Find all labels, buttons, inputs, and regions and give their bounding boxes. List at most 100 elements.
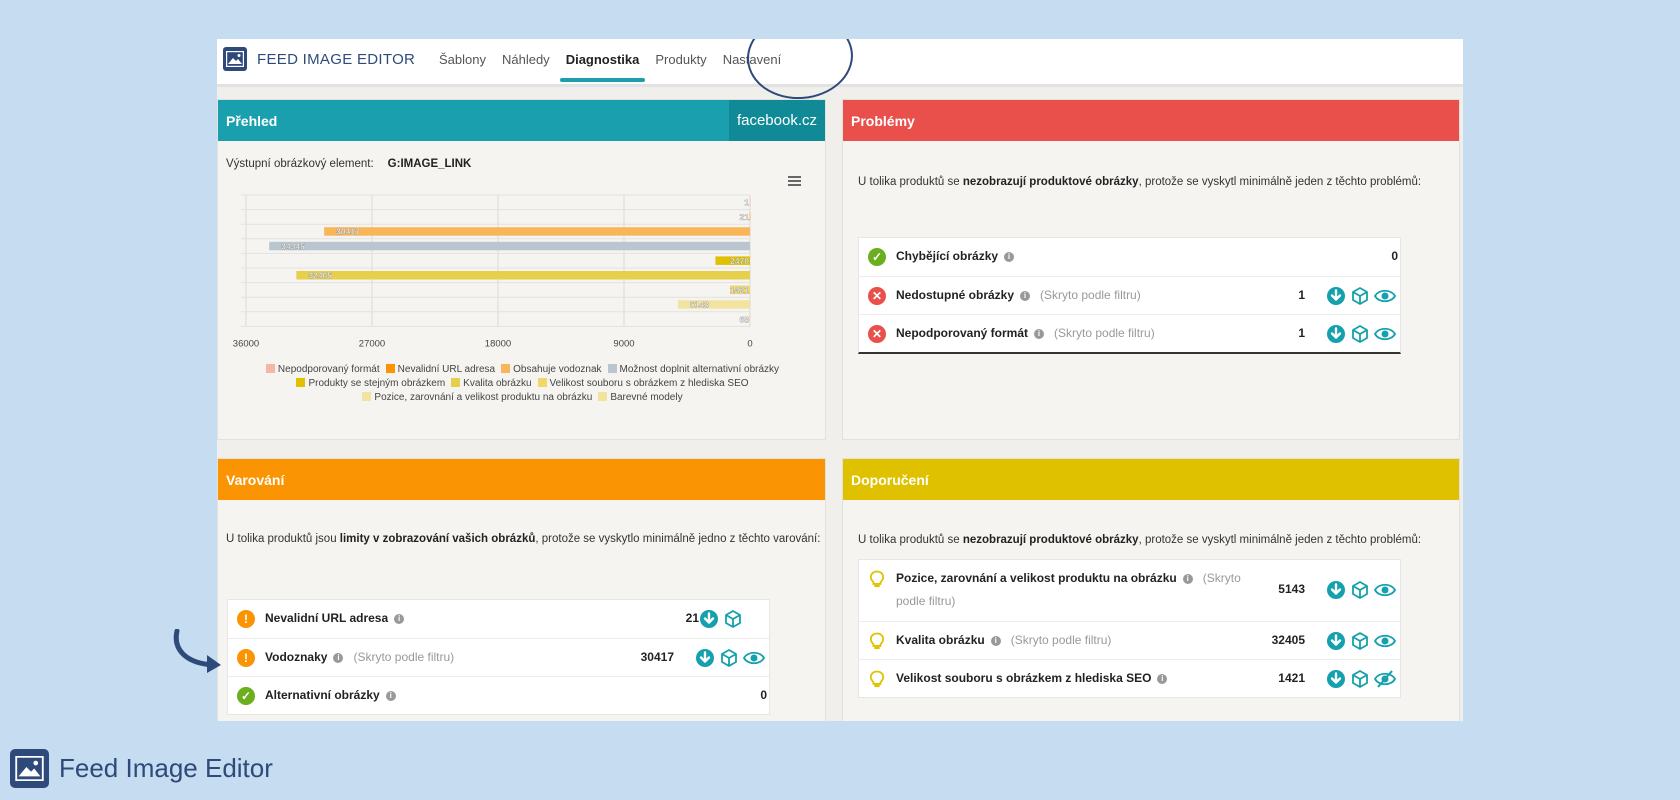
item-count: 1421 xyxy=(1278,671,1305,685)
overview-header: Přehled facebook.cz xyxy=(218,100,825,141)
legend-swatch xyxy=(537,378,547,387)
item-count: 21 xyxy=(685,611,699,625)
info-icon[interactable]: i xyxy=(385,691,396,701)
product-box-icon[interactable] xyxy=(1350,631,1374,654)
info-icon[interactable]: i xyxy=(1004,252,1015,262)
source-selector[interactable]: facebook.cz xyxy=(728,100,825,141)
legend-swatch xyxy=(501,364,511,373)
download-icon[interactable] xyxy=(695,648,719,671)
list-item: Kvalita obrázku i (Skryto podle filtru) 324… xyxy=(859,621,1400,659)
item-actions xyxy=(1326,286,1400,309)
product-box-icon[interactable] xyxy=(1350,669,1374,692)
item-count: 5143 xyxy=(1278,582,1305,596)
legend-label: Nevalidní URL adresa xyxy=(397,364,496,375)
recommendations-title: Doporučení xyxy=(851,472,929,488)
legend-label: Kvalita obrázku xyxy=(463,378,532,389)
download-icon[interactable] xyxy=(1326,286,1350,309)
product-box-icon[interactable] xyxy=(719,648,743,671)
list-item: Velikost souboru s obrázkem z hlediska S… xyxy=(859,659,1400,697)
legend-item[interactable]: Kvalita obrázku xyxy=(451,377,532,391)
product-box-icon[interactable] xyxy=(1350,286,1374,309)
eye-icon[interactable] xyxy=(1373,580,1400,603)
legend-item[interactable]: Nevalidní URL adresa xyxy=(385,363,496,377)
legend-item[interactable]: Pozice, zarovnání a velikost produktu na… xyxy=(362,391,592,405)
bar-value-label: 21 xyxy=(740,212,750,222)
warnings-list: ! Nevalidní URL adresa i 21! Vodoznaky i (Skry… xyxy=(227,599,770,715)
download-icon[interactable] xyxy=(699,609,723,632)
tab-diagnostika[interactable]: Diagnostika xyxy=(558,39,648,84)
tab-produkty[interactable]: Produkty xyxy=(647,39,714,84)
list-item: ✓ Chybějící obrázky i 0 xyxy=(859,238,1400,276)
legend-label: Nepodporovaný formát xyxy=(277,364,380,375)
item-actions xyxy=(1326,324,1400,347)
tab-nahledy[interactable]: Náhledy xyxy=(494,39,558,84)
info-icon[interactable]: i xyxy=(333,653,344,663)
footer-brand: Feed Image Editor xyxy=(10,749,273,788)
item-actions xyxy=(699,609,747,632)
legend-item[interactable]: Produkty se stejným obrázkem xyxy=(296,377,445,391)
eye-icon[interactable] xyxy=(742,648,769,671)
recommendations-panel: Doporučení U tolika produktů se nezobraz… xyxy=(842,458,1460,721)
eye-icon[interactable] xyxy=(1373,286,1400,309)
legend-swatch xyxy=(598,392,608,401)
bar xyxy=(749,198,751,207)
eye-icon[interactable] xyxy=(1373,631,1400,654)
info-icon[interactable]: i xyxy=(1034,329,1045,339)
filter-note: (Skryto podle filtru) xyxy=(1040,288,1141,302)
item-label: Pozice, zarovnání a velikost produktu na… xyxy=(896,571,1241,608)
output-element-label: Výstupní obrázkový element: xyxy=(226,158,374,170)
download-icon[interactable] xyxy=(1326,580,1350,603)
x-tick-label: 36000 xyxy=(233,338,259,349)
bar-value-label: 2470 xyxy=(730,256,749,266)
problems-list: ✓ Chybějící obrázky i 0 ✕ Nedostupné obrázky i… xyxy=(858,237,1401,354)
bar xyxy=(324,227,750,236)
legend-label: Možnost doplnit alternativní obrázky xyxy=(619,364,780,375)
legend-swatch xyxy=(607,364,617,373)
eye-icon[interactable] xyxy=(1373,324,1400,347)
download-icon[interactable] xyxy=(1326,631,1350,654)
item-count: 1 xyxy=(1298,326,1305,340)
x-tick-label: 18000 xyxy=(485,338,511,349)
legend-label: Velikost souboru s obrázkem z hlediska S… xyxy=(549,378,749,389)
legend-item[interactable]: Nepodporovaný formát xyxy=(265,363,380,377)
image-logo-icon xyxy=(10,749,49,788)
item-count: 32405 xyxy=(1271,633,1305,647)
pointer-arrow-annotation xyxy=(173,629,221,673)
item-label: Kvalita obrázku i (Skryto podle filtru) xyxy=(896,633,1112,647)
item-count: 0 xyxy=(760,688,767,702)
bar xyxy=(677,300,750,309)
eye-off-icon[interactable] xyxy=(1373,669,1400,692)
brand[interactable]: FEED IMAGE EDITOR xyxy=(223,47,415,71)
info-icon[interactable]: i xyxy=(990,636,1001,646)
product-box-icon[interactable] xyxy=(723,609,747,632)
tab-sablony[interactable]: Šablony xyxy=(431,39,494,84)
legend-item[interactable]: Velikost souboru s obrázkem z hlediska S… xyxy=(537,377,749,391)
legend-item[interactable]: Obsahuje vodoznak xyxy=(501,363,602,377)
legend-item[interactable]: Možnost doplnit alternativní obrázky xyxy=(607,363,780,377)
item-label: Nedostupné obrázky i (Skryto podle filtru) xyxy=(896,288,1141,302)
x-tick-label: 0 xyxy=(747,338,752,349)
download-icon[interactable] xyxy=(1326,324,1350,347)
check-icon: ✓ xyxy=(237,687,255,705)
info-icon[interactable]: i xyxy=(1020,291,1031,301)
error-icon: ✕ xyxy=(868,287,886,305)
overview-title: Přehled xyxy=(226,113,278,129)
warning-icon: ! xyxy=(237,649,255,667)
legend-item[interactable]: Barevné modely xyxy=(598,391,683,405)
output-element-value: G:IMAGE_LINK xyxy=(387,158,472,170)
overview-panel: Přehled facebook.cz Výstupní obrázkový e… xyxy=(217,99,826,440)
chart-menu-icon[interactable] xyxy=(788,176,801,188)
legend-swatch xyxy=(362,392,372,401)
x-tick-label: 9000 xyxy=(613,338,634,349)
error-icon: ✕ xyxy=(868,325,886,343)
info-icon[interactable]: i xyxy=(1182,574,1193,584)
info-icon[interactable]: i xyxy=(1157,674,1168,684)
warnings-intro: U tolika produktů jsou limity v zobrazov… xyxy=(226,533,821,545)
footer-brand-name: Feed Image Editor xyxy=(59,753,273,783)
product-box-icon[interactable] xyxy=(1350,324,1374,347)
download-icon[interactable] xyxy=(1326,669,1350,692)
product-box-icon[interactable] xyxy=(1350,580,1374,603)
info-icon[interactable]: i xyxy=(394,614,405,624)
filter-note: (Skryto podle filtru) xyxy=(1010,633,1112,647)
problems-intro: U tolika produktů se nezobrazují produkt… xyxy=(858,176,1422,188)
